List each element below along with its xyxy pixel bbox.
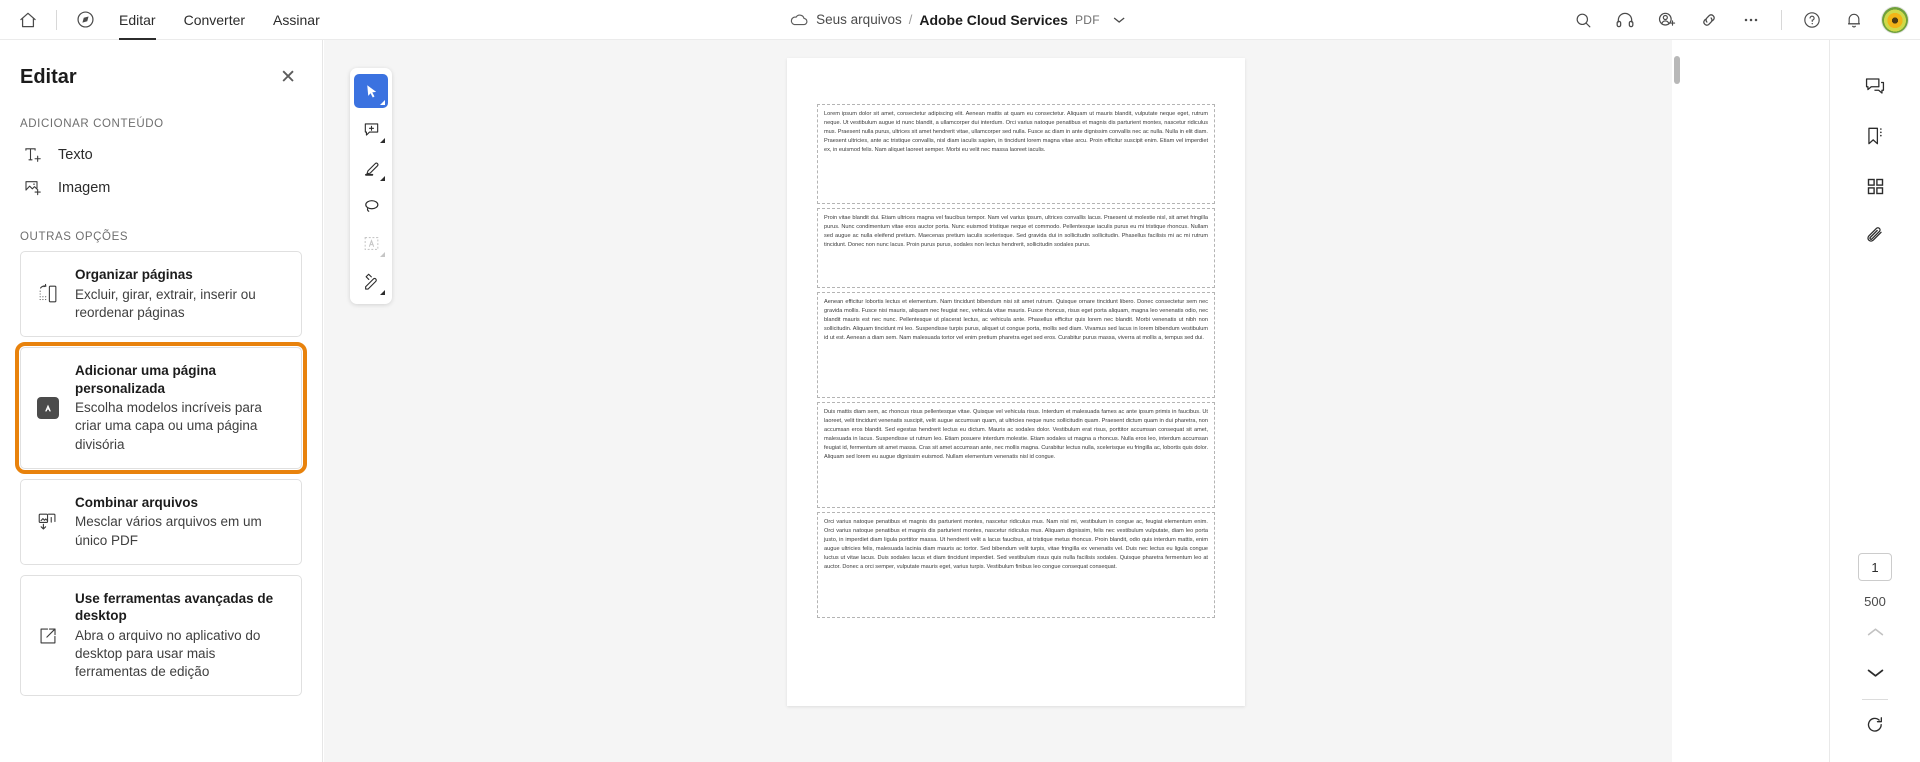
- link-icon[interactable]: [1689, 0, 1729, 40]
- card-add-custom-page[interactable]: Adicionar uma página personalizada Escol…: [15, 341, 307, 474]
- next-page-button[interactable]: [1858, 659, 1892, 689]
- add-text-label: Texto: [58, 146, 93, 163]
- more-options-icon[interactable]: [1731, 0, 1771, 40]
- top-bar: Editar Converter Assinar Seus arquivos /…: [0, 0, 1920, 40]
- headphones-icon[interactable]: [1605, 0, 1645, 40]
- section-add-content-label: ADICIONAR CONTEÚDO: [20, 118, 164, 130]
- card-description: Escolha modelos incríveis para criar uma…: [75, 400, 262, 452]
- tool-caret-icon: [380, 176, 385, 181]
- open-desktop-icon: [35, 624, 61, 648]
- adobe-acrobat-web-app: Editar Converter Assinar Seus arquivos /…: [0, 0, 1920, 762]
- viewer-scrollbar[interactable]: [1672, 40, 1682, 762]
- nav-tab-label: Assinar: [273, 11, 320, 28]
- search-icon[interactable]: [1563, 0, 1603, 40]
- page-thumbnails-icon[interactable]: [1857, 168, 1893, 204]
- avatar[interactable]: [1882, 7, 1908, 33]
- adobe-badge: [37, 396, 59, 419]
- tool-caret-icon: [380, 138, 385, 143]
- right-sidebar: 1 500: [1829, 40, 1920, 762]
- card-text: Use ferramentas avançadas de desktop Abr…: [75, 590, 285, 682]
- breadcrumb-current-file[interactable]: Adobe Cloud Services: [919, 12, 1068, 28]
- annotation-toolbar: [350, 68, 392, 304]
- rotate-page-button[interactable]: [1858, 712, 1892, 742]
- add-person-icon[interactable]: [1647, 0, 1687, 40]
- nav-tab-assinar[interactable]: Assinar: [259, 0, 334, 40]
- text-select-tool: [354, 226, 388, 260]
- bell-icon[interactable]: [1834, 0, 1874, 40]
- select-tool[interactable]: [354, 74, 388, 108]
- card-combine-files[interactable]: Combinar arquivos Mesclar vários arquivo…: [20, 478, 302, 565]
- help-icon[interactable]: [1792, 0, 1832, 40]
- card-text: Combinar arquivos Mesclar vários arquivo…: [75, 494, 285, 550]
- nav-tab-editar[interactable]: Editar: [105, 0, 170, 40]
- breadcrumb: Seus arquivos / Adobe Cloud Services PDF: [789, 0, 1131, 40]
- scrollbar-thumb[interactable]: [1674, 56, 1680, 84]
- comments-icon[interactable]: [1857, 68, 1893, 104]
- card-text: Adicionar uma página personalizada Escol…: [75, 362, 285, 454]
- card-description: Abra o arquivo no aplicativo do desktop …: [75, 627, 261, 680]
- add-text-icon: [22, 145, 44, 165]
- tool-caret-icon: [380, 290, 385, 295]
- nav-tab-converter[interactable]: Converter: [170, 0, 259, 40]
- chevron-down-icon[interactable]: [1107, 12, 1131, 28]
- add-image-icon: [22, 178, 44, 198]
- add-image-label: Imagem: [58, 179, 111, 196]
- sign-tool[interactable]: [354, 264, 388, 298]
- previous-page-button[interactable]: [1858, 619, 1892, 649]
- chevron-down-icon: [1867, 665, 1884, 683]
- edit-panel: Editar ✕ ADICIONAR CONTEÚDO Texto Imagem…: [0, 40, 323, 762]
- add-image-item[interactable]: Imagem: [20, 171, 302, 204]
- card-title: Adicionar uma página personalizada: [75, 362, 217, 396]
- rail-divider: [1862, 699, 1888, 700]
- highlight-tool[interactable]: [354, 150, 388, 184]
- pdf-page[interactable]: Lorem ipsum dolor sit amet, consectetur …: [787, 58, 1245, 706]
- adobe-express-icon: [35, 396, 61, 419]
- paragraph-block[interactable]: Proin vitae blandit dui. Etiam ultrices …: [817, 208, 1215, 288]
- paragraph-block[interactable]: Aenean efficitur lobortis lectus et elem…: [817, 292, 1215, 398]
- viewer-right-padding: [1682, 40, 1829, 762]
- organize-pages-icon: [35, 282, 61, 306]
- paragraph-block[interactable]: Lorem ipsum dolor sit amet, consectetur …: [817, 104, 1215, 204]
- card-text: Organizar páginas Excluir, girar, extrai…: [75, 266, 285, 322]
- home-icon[interactable]: [8, 0, 48, 40]
- attachments-icon[interactable]: [1857, 218, 1893, 254]
- card-title: Organizar páginas: [75, 267, 193, 282]
- card-organize-pages[interactable]: Organizar páginas Excluir, girar, extrai…: [20, 251, 302, 337]
- page-number-input[interactable]: 1: [1858, 553, 1892, 581]
- add-text-item[interactable]: Texto: [20, 138, 302, 171]
- rotate-icon: [1865, 715, 1885, 740]
- lasso-tool[interactable]: [354, 188, 388, 222]
- top-bar-right: [1563, 0, 1914, 40]
- nav-tab-label: Editar: [119, 11, 156, 28]
- toolbar-divider-right: [1781, 10, 1782, 30]
- tool-caret-icon: [380, 252, 385, 257]
- card-title: Combinar arquivos: [75, 494, 199, 510]
- nav-tab-label: Converter: [183, 11, 246, 28]
- tool-caret-icon: [380, 100, 385, 105]
- paragraph-block[interactable]: Orci varius natoque penatibus et magnis …: [817, 512, 1215, 618]
- file-type-label: PDF: [1074, 12, 1100, 27]
- section-other-options-label: OUTRAS OPÇÕES: [20, 231, 129, 243]
- total-pages-label: 500: [1864, 594, 1886, 609]
- paragraph-block[interactable]: Duis mattis diam sem, ac rhoncus risus p…: [817, 402, 1215, 508]
- chevron-up-icon: [1867, 625, 1884, 643]
- toolbar-divider: [56, 9, 57, 30]
- combine-files-icon: [35, 510, 61, 534]
- card-description: Excluir, girar, extrair, inserir ou reor…: [75, 286, 256, 320]
- cloud-icon: [789, 13, 809, 27]
- compass-icon[interactable]: [65, 0, 105, 40]
- breadcrumb-separator: /: [908, 12, 913, 27]
- edit-panel-header: Editar ✕: [20, 64, 302, 91]
- breadcrumb-root[interactable]: Seus arquivos: [816, 12, 902, 27]
- card-description: Mesclar vários arquivos em um único PDF: [75, 514, 262, 548]
- page-title: Editar: [20, 66, 77, 88]
- bookmarks-icon[interactable]: [1857, 118, 1893, 154]
- card-desktop-tools[interactable]: Use ferramentas avançadas de desktop Abr…: [20, 574, 302, 697]
- document-viewer: Lorem ipsum dolor sit amet, consectetur …: [324, 40, 1829, 762]
- add-comment-tool[interactable]: [354, 112, 388, 146]
- card-title: Use ferramentas avançadas de desktop: [75, 590, 274, 624]
- close-icon[interactable]: ✕: [274, 64, 302, 91]
- top-bar-left: Editar Converter Assinar: [0, 0, 334, 40]
